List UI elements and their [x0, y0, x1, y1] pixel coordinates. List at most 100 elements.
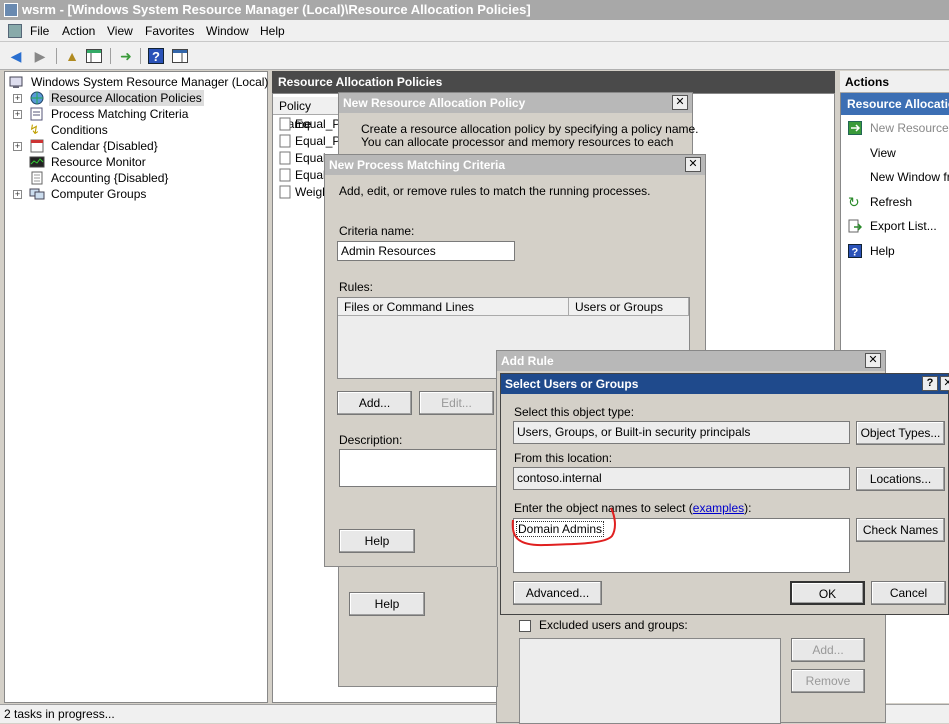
new-policy-icon: [848, 121, 862, 135]
dialog-intro-line2: You can allocate processor and memory re…: [361, 135, 674, 149]
server-icon: [9, 75, 25, 89]
export-icon[interactable]: ➜: [116, 46, 136, 66]
monitor-icon: [29, 155, 45, 169]
tree-item-resource-allocation-policies[interactable]: + Resource Allocation Policies: [11, 90, 204, 106]
tree-item-label: Calendar {Disabled}: [51, 139, 158, 153]
menu-favorites[interactable]: Favorites: [145, 24, 194, 38]
actions-header: Actions: [840, 71, 949, 93]
forward-arrow-icon[interactable]: ▶: [30, 46, 50, 66]
accounting-icon: [29, 171, 45, 185]
criteria-icon: [29, 107, 45, 121]
object-type-field: Users, Groups, or Built-in security prin…: [513, 421, 850, 444]
close-icon[interactable]: ✕: [865, 353, 881, 368]
policy-document-icon: [279, 134, 295, 148]
criteria-name-input[interactable]: Admin Resources: [337, 241, 515, 261]
help-button[interactable]: Help: [339, 529, 415, 553]
console-tree: Windows System Resource Manager (Local) …: [4, 71, 268, 703]
action-new-window[interactable]: New Window fro: [841, 167, 949, 187]
actions-subheader[interactable]: Resource Allocatio: [841, 93, 949, 115]
up-folder-icon[interactable]: ▲: [62, 46, 82, 66]
add-excluded-button[interactable]: Add...: [791, 638, 865, 662]
policy-document-icon: [279, 168, 295, 182]
description-input[interactable]: [339, 449, 509, 487]
action-refresh[interactable]: ↻ Refresh: [841, 192, 949, 212]
expand-icon[interactable]: +: [13, 190, 22, 199]
check-names-button[interactable]: Check Names: [856, 518, 945, 542]
close-icon[interactable]: ✕: [672, 95, 688, 110]
new-resource-allocation-policy-dialog: New Resource Allocation Policy ✕ Create …: [338, 92, 699, 162]
menu-action[interactable]: Action: [62, 24, 95, 38]
examples-link[interactable]: examples: [693, 501, 744, 515]
toolbar-separator: [56, 48, 57, 64]
action-label: New Window fro: [870, 170, 949, 184]
policy-document-icon: [279, 117, 295, 131]
locations-button[interactable]: Locations...: [856, 467, 945, 491]
criteria-name-label: Criteria name:: [339, 224, 415, 238]
object-types-button[interactable]: Object Types...: [856, 421, 945, 445]
show-action-pane-icon[interactable]: [170, 46, 190, 66]
menu-window[interactable]: Window: [206, 24, 249, 38]
action-new-resource-allocation[interactable]: New Resource A: [841, 118, 949, 138]
tree-root-label: Windows System Resource Manager (Local): [31, 75, 269, 89]
close-icon[interactable]: ✕: [685, 157, 701, 172]
menu-bar: File Action View Favorites Window Help: [0, 20, 949, 42]
object-names-label-suffix: ):: [744, 501, 752, 515]
action-label: View: [870, 146, 896, 160]
action-view[interactable]: View: [841, 143, 949, 163]
red-highlight-annotation: [511, 507, 616, 547]
expand-icon[interactable]: +: [13, 142, 22, 151]
cancel-button[interactable]: Cancel: [871, 581, 946, 605]
svg-text:?: ?: [852, 247, 859, 259]
advanced-button[interactable]: Advanced...: [513, 581, 602, 605]
toolbar: ◀ ▶ ▲ ➜ ?: [0, 42, 949, 70]
dialog-title: Add Rule: [497, 351, 885, 371]
back-arrow-icon[interactable]: ◀: [6, 46, 26, 66]
add-rule-button[interactable]: Add...: [337, 391, 412, 415]
show-hide-tree-icon[interactable]: [84, 46, 104, 66]
help-button[interactable]: Help: [349, 592, 425, 616]
tree-item-label: Conditions: [51, 123, 108, 137]
expand-icon[interactable]: +: [13, 94, 22, 103]
excluded-users-checkbox[interactable]: [519, 620, 531, 632]
middle-pane-header: Resource Allocation Policies: [272, 71, 835, 93]
remove-excluded-button[interactable]: Remove: [791, 669, 865, 693]
computer-group-icon: [29, 187, 45, 201]
ok-button[interactable]: OK: [790, 581, 865, 605]
tree-item-label: Process Matching Criteria: [51, 107, 189, 121]
export-list-icon: [848, 219, 863, 233]
window-title-bar: wsrm - [Windows System Resource Manager …: [0, 0, 949, 20]
policy-document-icon: [279, 151, 295, 165]
tree-item-label: Resource Monitor: [51, 155, 146, 169]
tree-item-label: Accounting {Disabled}: [51, 171, 169, 185]
edit-rule-button[interactable]: Edit...: [419, 391, 494, 415]
object-type-label: Select this object type:: [514, 405, 635, 419]
calendar-icon: [29, 139, 45, 153]
help-question-icon[interactable]: ?: [922, 376, 938, 391]
menu-help[interactable]: Help: [260, 24, 285, 38]
column-header-files[interactable]: Files or Command Lines: [338, 298, 569, 316]
action-label: Export List...: [870, 219, 937, 233]
close-icon[interactable]: ✕: [940, 376, 949, 391]
help-icon[interactable]: ?: [146, 46, 166, 66]
policy-document-icon: [279, 185, 295, 199]
action-help[interactable]: ? Help: [841, 241, 949, 261]
column-header-users[interactable]: Users or Groups: [569, 298, 689, 316]
menu-file[interactable]: File: [30, 24, 49, 38]
tree-item-label: Resource Allocation Policies: [49, 90, 204, 106]
excluded-users-list[interactable]: [519, 638, 781, 724]
menu-view[interactable]: View: [107, 24, 133, 38]
policy-globe-icon: [29, 91, 45, 105]
window-title: wsrm - [Windows System Resource Manager …: [22, 2, 531, 17]
rules-label: Rules:: [339, 280, 374, 294]
action-label: Help: [870, 244, 895, 258]
app-icon: [4, 3, 18, 17]
action-label: Refresh: [870, 195, 913, 209]
column-header-policy-name[interactable]: Policy Name: [273, 97, 343, 131]
console-icon[interactable]: [8, 24, 22, 38]
expand-icon[interactable]: +: [13, 110, 22, 119]
select-users-or-groups-dialog: Select Users or Groups ? ✕ Select this o…: [500, 373, 949, 615]
dialog-intro: Add, edit, or remove rules to match the …: [339, 184, 651, 198]
action-export-list[interactable]: Export List...: [841, 216, 949, 236]
toolbar-separator: [110, 48, 111, 64]
refresh-icon: ↻: [848, 194, 860, 210]
